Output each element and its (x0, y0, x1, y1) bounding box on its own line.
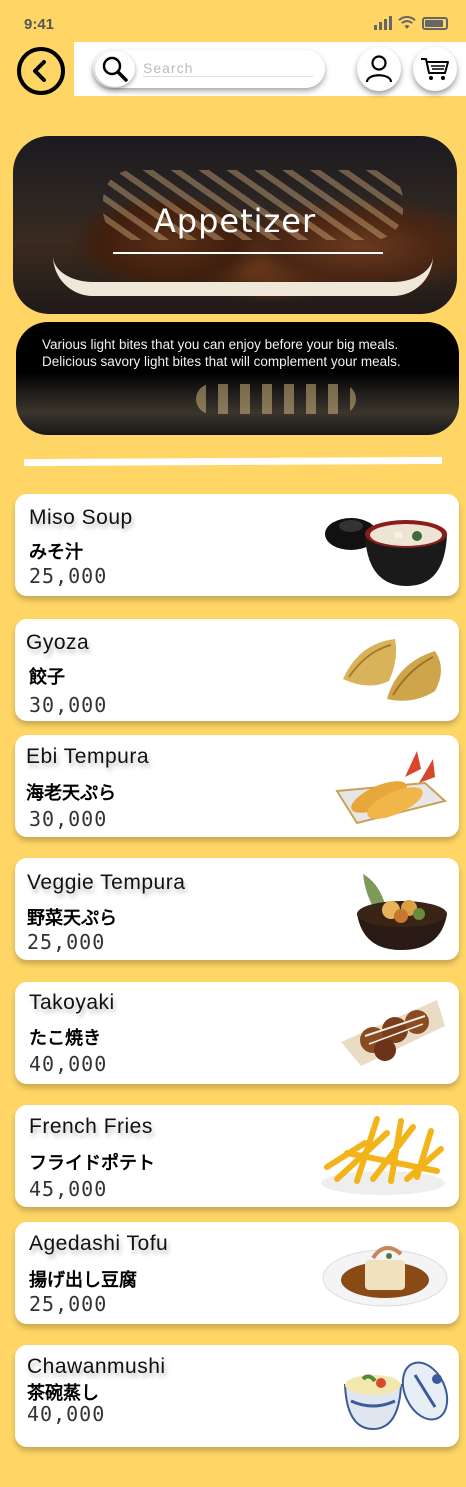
agedashi-tofu-image (322, 1246, 448, 1307)
menu-item-name: Ebi Tempura (26, 745, 150, 768)
menu-item-jp-name: 餃子 (29, 667, 65, 688)
search-box[interactable] (93, 50, 325, 88)
menu-item-price: 25,000 (27, 930, 106, 954)
description-background-image (196, 384, 356, 414)
status-time: 9:41 (24, 16, 55, 33)
search-button[interactable] (95, 51, 135, 87)
menu-item-miso-soup[interactable]: Miso Soup みそ汁 25,000 (15, 494, 459, 596)
menu-item-price: 40,000 (27, 1402, 106, 1426)
menu-item-name: Veggie Tempura (27, 871, 186, 894)
ebi-tempura-image (335, 751, 448, 825)
menu-item-name: Agedashi Tofu (29, 1232, 169, 1255)
menu-item-gyoza[interactable]: Gyoza 餃子 30,000 (15, 619, 459, 721)
title-underline (113, 252, 383, 254)
category-banner-image: Appetizer (13, 136, 457, 314)
menu-item-price: 30,000 (29, 807, 108, 831)
description-text: Various light bites that you can enjoy b… (42, 336, 442, 370)
description-line-2: Delicious savory light bites that will c… (42, 354, 401, 369)
menu-item-name: Chawanmushi (27, 1355, 166, 1378)
menu-item-jp-name: 揚げ出し豆腐 (29, 1270, 137, 1291)
menu-item-name: Miso Soup (29, 506, 133, 529)
wifi-icon (398, 16, 416, 29)
menu-item-price: 25,000 (29, 1292, 108, 1316)
header-bar (74, 42, 466, 96)
menu-item-veggie-tempura[interactable]: Veggie Tempura 野菜天ぷら 25,000 (15, 858, 459, 960)
menu-item-jp-name: たこ焼き (29, 1028, 101, 1049)
cart-icon (421, 58, 449, 80)
gyoza-image (343, 639, 441, 701)
menu-item-price: 40,000 (29, 1052, 108, 1076)
miso-soup-image (325, 518, 447, 586)
battery-icon (422, 16, 448, 30)
menu-item-price: 25,000 (29, 564, 108, 588)
search-input[interactable] (143, 60, 313, 77)
menu-item-name: Gyoza (26, 631, 90, 654)
menu-item-takoyaki[interactable]: Takoyaki たこ焼き 40,000 (15, 982, 459, 1084)
menu-item-name: Takoyaki (29, 991, 115, 1014)
menu-item-chawanmushi[interactable]: Chawanmushi 茶碗蒸し 40,000 (15, 1345, 459, 1447)
profile-button[interactable] (357, 47, 401, 91)
category-title: Appetizer (153, 202, 317, 240)
app-screen: 9:41 Search Appetizer Various light bite… (4, 0, 466, 1487)
status-icons (374, 16, 448, 30)
back-button[interactable] (17, 47, 65, 95)
menu-item-french-fries[interactable]: French Fries フライドポテト 45,000 (15, 1105, 459, 1207)
menu-item-jp-name: みそ汁 (29, 542, 83, 563)
menu-item-price: 45,000 (29, 1177, 108, 1201)
french-fries-image (321, 1116, 445, 1195)
cart-button[interactable] (413, 47, 457, 91)
description-line-1: Various light bites that you can enjoy b… (42, 337, 399, 352)
back-arrow-icon (33, 60, 46, 82)
user-icon (365, 55, 393, 83)
search-icon (102, 56, 128, 82)
menu-item-name: French Fries (29, 1115, 153, 1138)
veggie-tempura-image (357, 874, 447, 950)
chawanmushi-image (343, 1361, 449, 1431)
menu-item-jp-name: フライドポテト (29, 1153, 155, 1174)
takoyaki-image (341, 1000, 445, 1066)
menu-item-jp-name: 野菜天ぷら (27, 908, 117, 929)
menu-item-jp-name: 海老天ぷら (26, 783, 116, 804)
menu-item-agedashi-tofu[interactable]: Agedashi Tofu 揚げ出し豆腐 25,000 (15, 1222, 459, 1324)
category-description: Various light bites that you can enjoy b… (16, 322, 459, 435)
section-divider (23, 456, 443, 467)
menu-item-ebi-tempura[interactable]: Ebi Tempura 海老天ぷら 30,000 (15, 735, 459, 837)
menu-item-price: 30,000 (29, 693, 108, 717)
signal-icon (374, 16, 392, 30)
